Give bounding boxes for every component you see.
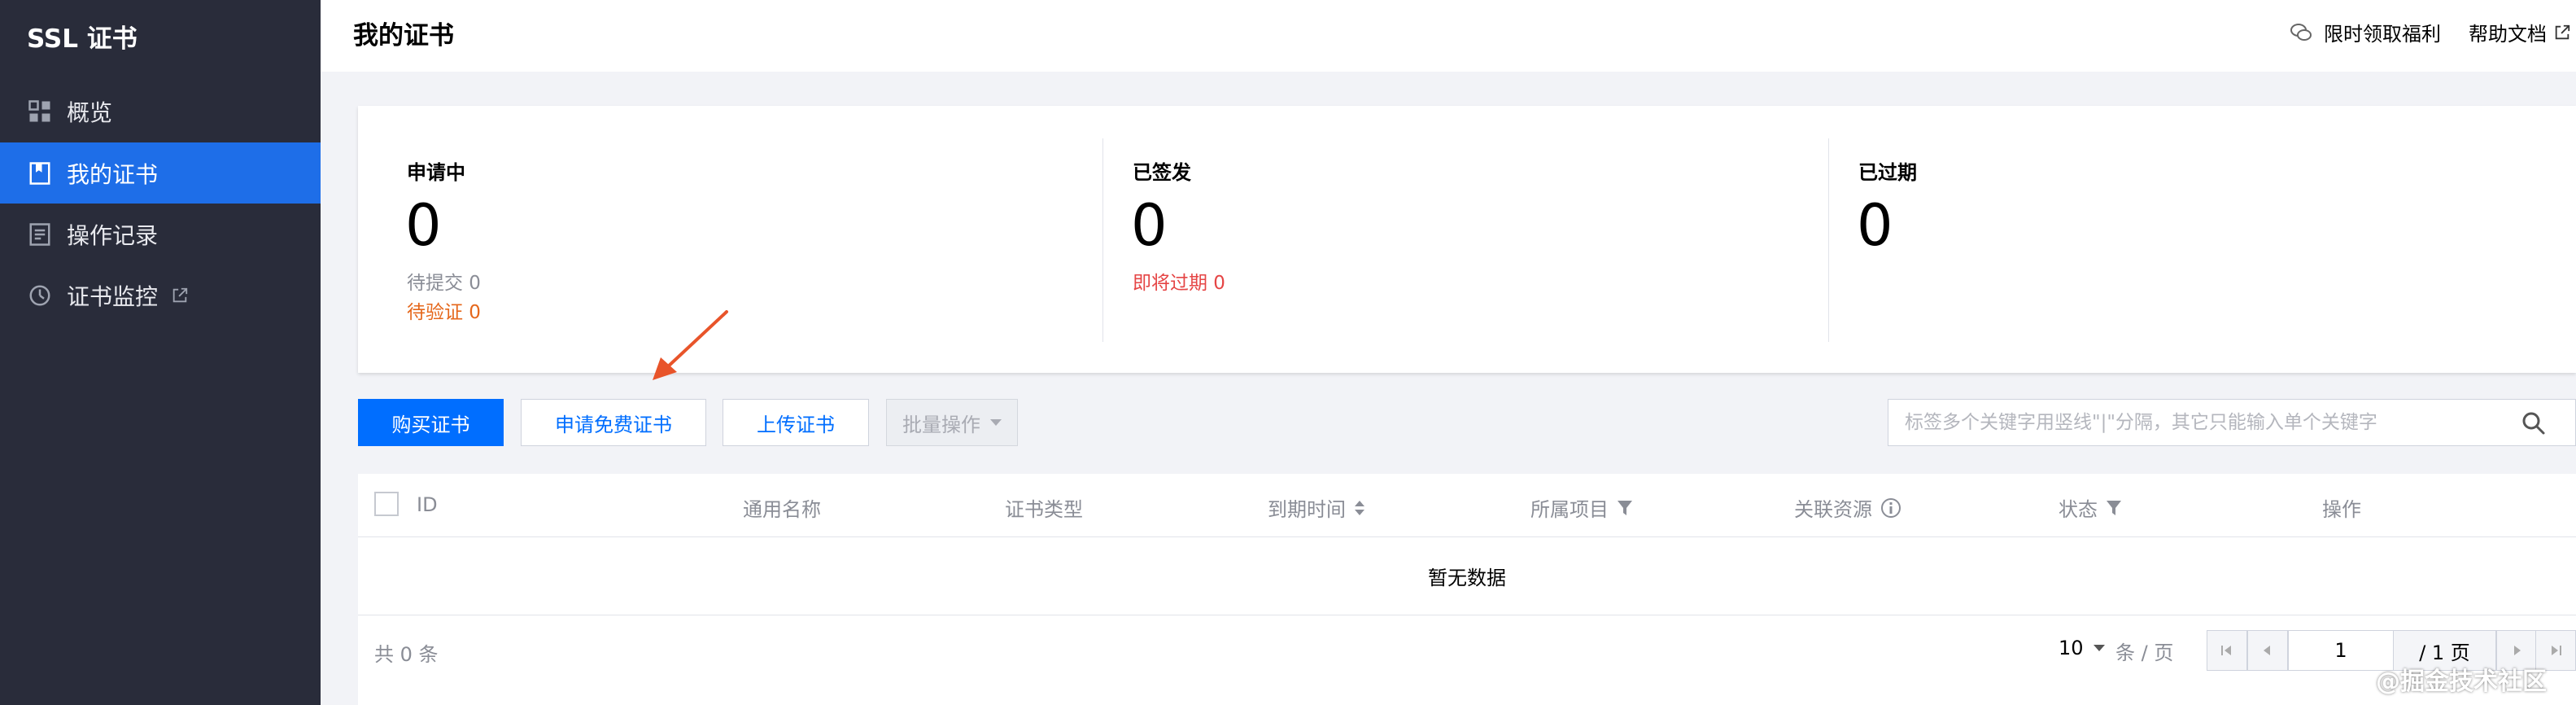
prev-page-icon [2264, 646, 2270, 655]
certificate-table: ID 通用名称 证书类型 到期时间 所属项目 关联资源 状态 操作 暂无数据 共… [358, 474, 2576, 705]
column-related-resources: 关联资源 [1794, 493, 1901, 522]
stat-title: 已签发 [1133, 161, 1191, 184]
certificate-icon [27, 160, 53, 186]
first-page-icon [2221, 646, 2231, 655]
external-link-icon [2553, 24, 2571, 42]
help-docs-label: 帮助文档 [2469, 23, 2547, 46]
sidebar-item-cert-monitor[interactable]: 证书监控 [0, 265, 321, 326]
column-common-name: 通用名称 [743, 498, 821, 521]
column-status[interactable]: 状态 [2059, 493, 2122, 522]
promo-label: 限时领取福利 [2324, 23, 2441, 46]
stat-pending-submit[interactable]: 待提交 0 [407, 267, 481, 295]
info-icon[interactable] [1880, 497, 1901, 519]
filter-icon[interactable] [2106, 499, 2122, 517]
stat-value: 0 [1131, 192, 1168, 259]
stat-expiring-soon[interactable]: 即将过期 0 [1133, 267, 1225, 295]
dashboard-icon [27, 99, 53, 125]
external-link-icon [171, 287, 189, 304]
log-icon [27, 221, 53, 247]
apply-free-certificate-button[interactable]: 申请免费证书 [521, 399, 706, 446]
sidebar-item-overview[interactable]: 概览 [0, 81, 321, 142]
sidebar: SSL 证书 概览 我的证书 操作记录 证书监控 [0, 0, 321, 705]
page-size-unit: 条 / 页 [2115, 642, 2174, 664]
filter-icon[interactable] [1617, 499, 1633, 517]
batch-operations-dropdown[interactable]: 批量操作 [886, 399, 1018, 446]
stat-title: 申请中 [407, 161, 465, 184]
caret-down-icon [990, 419, 1002, 426]
watermark: @掘金技术社区 [2376, 668, 2547, 696]
sidebar-item-label: 证书监控 [67, 282, 159, 310]
sidebar-item-label: 我的证书 [67, 160, 159, 188]
chat-bubble-icon [2290, 21, 2312, 44]
sidebar-item-my-certificates[interactable]: 我的证书 [0, 142, 321, 204]
column-actions: 操作 [2322, 498, 2361, 521]
total-count: 共 0 条 [374, 643, 439, 666]
monitor-icon [27, 282, 53, 309]
search-box[interactable] [1888, 399, 2576, 446]
prev-page-button[interactable] [2247, 630, 2288, 671]
table-header: ID 通用名称 证书类型 到期时间 所属项目 关联资源 状态 操作 [358, 474, 2576, 537]
help-docs-link[interactable]: 帮助文档 [2469, 18, 2571, 46]
search-input[interactable] [1905, 408, 2507, 437]
page-header: 我的证书 限时领取福利 帮助文档 [321, 0, 2576, 72]
sort-icon[interactable] [1354, 499, 1365, 517]
column-id: ID [417, 493, 438, 516]
sidebar-item-operation-log[interactable]: 操作记录 [0, 204, 321, 265]
next-page-icon [2514, 646, 2521, 655]
batch-operations-label: 批量操作 [902, 413, 980, 436]
first-page-button[interactable] [2207, 630, 2247, 671]
stat-title: 已过期 [1858, 161, 1917, 184]
stat-value: 0 [1857, 192, 1893, 259]
column-project[interactable]: 所属项目 [1530, 493, 1633, 522]
stat-expired: 已过期 0 [1810, 106, 2535, 373]
select-all-checkbox[interactable] [374, 492, 399, 516]
upload-certificate-button[interactable]: 上传证书 [723, 399, 869, 446]
page-size-select[interactable]: 10 [2059, 637, 2105, 659]
product-title: SSL 证书 [27, 24, 138, 54]
caret-down-icon [2093, 645, 2105, 651]
column-expiry-time[interactable]: 到期时间 [1268, 493, 1365, 522]
stat-pending-verify[interactable]: 待验证 0 [407, 296, 481, 324]
promo-link[interactable]: 限时领取福利 [2290, 18, 2441, 46]
stat-value: 0 [405, 192, 442, 259]
page-title: 我的证书 [353, 21, 454, 50]
page-size-value: 10 [2059, 637, 2084, 659]
stat-issued: 已签发 0 即将过期 0 [1084, 106, 1810, 373]
buy-certificate-button[interactable]: 购买证书 [358, 399, 504, 446]
column-cert-type: 证书类型 [1005, 498, 1083, 521]
search-icon[interactable] [2521, 411, 2546, 436]
last-page-icon [2552, 646, 2561, 655]
empty-state: 暂无数据 [358, 537, 2576, 615]
sidebar-item-label: 概览 [67, 99, 113, 126]
annotation-arrow-icon [653, 310, 728, 380]
sidebar-item-label: 操作记录 [67, 221, 159, 249]
